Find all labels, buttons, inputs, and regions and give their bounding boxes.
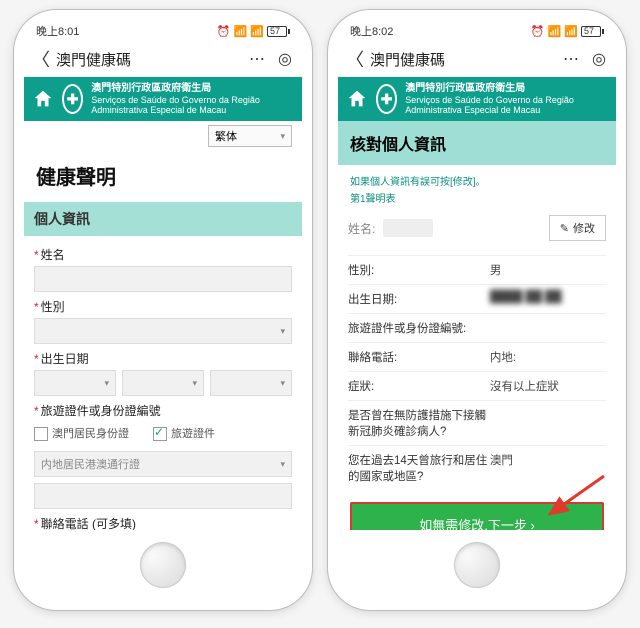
select-dob-month[interactable]: ▾ [122, 370, 204, 396]
input-id-number[interactable] [34, 483, 292, 509]
home-button[interactable] [140, 542, 186, 588]
back-icon[interactable]: 〈 [32, 46, 50, 72]
page-title: 健康聲明 [36, 161, 290, 190]
home-icon[interactable] [32, 87, 54, 111]
brand-bar: ✚ 澳門特別行政區政府衛生局 Serviços de Saúde do Gove… [24, 77, 302, 121]
row-gender: 性別: 男 [348, 255, 606, 284]
battery-icon: 57 [267, 26, 290, 37]
label-gender: 性別 [34, 298, 292, 315]
section-header: 個人資訊 [24, 202, 302, 236]
nav-bar: 〈 澳門健康碼 ⋯ ◎ [338, 42, 616, 77]
signal-icon: 📶 [234, 25, 248, 38]
row-contact: 是否曾在無防護措施下接觸新冠肺炎確診病人? [348, 400, 606, 445]
brand-text: 澳門特別行政區政府衛生局 Serviços de Saúde do Govern… [405, 83, 608, 115]
status-bar: 晚上8:02 ⏰ 📶 📶 57 [338, 20, 616, 42]
target-icon[interactable]: ◎ [590, 50, 608, 68]
label-name: 姓名 [34, 246, 292, 263]
row-dob: 出生日期: ████ ██ ██ [348, 284, 606, 313]
next-button[interactable]: 如無需修改,下一步 › [350, 502, 604, 530]
nav-bar: 〈 澳門健康碼 ⋯ ◎ [24, 42, 302, 77]
hint-text: 如果個人資訊有誤可按[修改]。 [350, 173, 604, 188]
name-label: 姓名: [348, 220, 375, 237]
select-id-type[interactable]: 内地居民港澳通行證▾ [34, 451, 292, 477]
screen-left: 晚上8:01 ⏰ 📶 📶 57 〈 澳門健康碼 ⋯ ◎ ✚ [24, 20, 302, 530]
pencil-icon: ✎ [560, 222, 569, 235]
health-badge-icon: ✚ [62, 84, 83, 114]
select-dob-day[interactable]: ▾ [210, 370, 292, 396]
health-badge-icon: ✚ [376, 84, 397, 114]
next-button-wrap: 如無需修改,下一步 › [348, 502, 606, 530]
row-symptoms: 症狀: 沒有以上症狀 [348, 371, 606, 400]
row-phone: 聯絡電話: 内地: [348, 342, 606, 371]
chevron-down-icon: ▾ [280, 131, 285, 142]
nav-title: 澳門健康碼 [56, 49, 242, 70]
check-travel[interactable]: 旅遊證件 [153, 425, 215, 441]
brand-bar: ✚ 澳門特別行政區政府衛生局 Serviços de Saúde do Gove… [338, 77, 616, 121]
dob-value-redacted: ████ ██ ██ [490, 291, 606, 307]
status-bar: 晚上8:01 ⏰ 📶 📶 57 [24, 20, 302, 42]
target-icon[interactable]: ◎ [276, 50, 294, 68]
alarm-icon: ⏰ [217, 25, 231, 38]
row-id: 旅遊證件或身份證編號: [348, 313, 606, 342]
home-button[interactable] [454, 542, 500, 588]
edit-button[interactable]: ✎ 修改 [549, 215, 606, 241]
screen-right: 晚上8:02 ⏰ 📶 📶 57 〈 澳門健康碼 ⋯ ◎ ✚ [338, 20, 616, 530]
input-name[interactable] [34, 266, 292, 292]
label-phone: 聯絡電話 (可多填) [34, 515, 292, 530]
language-select[interactable]: 繁体▾ [208, 125, 292, 147]
more-icon[interactable]: ⋯ [562, 50, 580, 68]
dob-row: ▾ ▾ ▾ [34, 370, 292, 396]
wifi-icon: 📶 [250, 25, 264, 38]
chevron-down-icon: ▾ [280, 326, 285, 337]
verify-header: 核對個人資訊 [338, 121, 616, 165]
chevron-down-icon: ▾ [280, 459, 285, 470]
back-icon[interactable]: 〈 [346, 46, 364, 72]
content-right: 如果個人資訊有誤可按[修改]。 第1聲明表 姓名: ✎ 修改 性別: 男 出生日… [338, 165, 616, 530]
status-time: 晚上8:01 [36, 23, 79, 39]
id-type-checks: 澳門居民身份證 旅遊證件 [34, 425, 292, 441]
nav-title: 澳門健康碼 [370, 49, 556, 70]
label-id: 旅遊證件或身份證編號 [34, 402, 292, 419]
check-resident[interactable]: 澳門居民身份證 [34, 425, 129, 441]
alarm-icon: ⏰ [531, 25, 545, 38]
signal-icon: 📶 [548, 25, 562, 38]
phone-right: 晚上8:02 ⏰ 📶 📶 57 〈 澳門健康碼 ⋯ ◎ ✚ [328, 10, 626, 610]
select-gender[interactable]: ▾ [34, 318, 292, 344]
battery-icon: 57 [581, 26, 604, 37]
wifi-icon: 📶 [564, 25, 578, 38]
home-icon[interactable] [346, 87, 368, 111]
label-dob: 出生日期 [34, 350, 292, 367]
row-travel: 您在過去14天曾旅行和居住的國家或地區? 澳門 [348, 445, 606, 490]
language-row: 繁体▾ [24, 121, 302, 151]
content-left: 健康聲明 個人資訊 姓名 性別 ▾ 出生日期 ▾ ▾ ▾ 旅遊證件或身份證編號 … [24, 151, 302, 530]
brand-text: 澳門特別行政區政府衛生局 Serviços de Saúde do Govern… [91, 83, 294, 115]
phone-left: 晚上8:01 ⏰ 📶 📶 57 〈 澳門健康碼 ⋯ ◎ ✚ [14, 10, 312, 610]
status-time: 晚上8:02 [350, 23, 393, 39]
name-row: 姓名: ✎ 修改 [348, 215, 606, 241]
status-icons: ⏰ 📶 📶 57 [531, 25, 604, 38]
more-icon[interactable]: ⋯ [248, 50, 266, 68]
hint-text-2: 第1聲明表 [350, 190, 604, 205]
status-icons: ⏰ 📶 📶 57 [217, 25, 290, 38]
select-dob-year[interactable]: ▾ [34, 370, 116, 396]
name-value-redacted [383, 219, 433, 237]
